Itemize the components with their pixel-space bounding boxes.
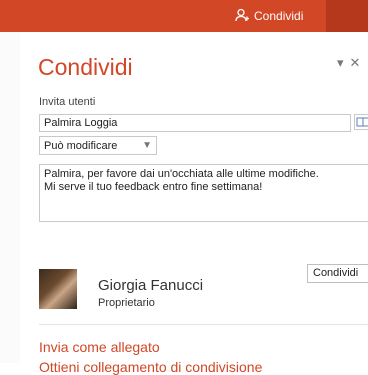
permission-value: Può modificare [44, 139, 118, 152]
avatar [39, 269, 77, 309]
share-button[interactable]: Condividi [235, 0, 303, 32]
send-as-attachment-link[interactable]: Invia come allegato [39, 339, 160, 355]
invite-input[interactable]: Palmira Loggia [39, 114, 351, 132]
permission-dropdown[interactable]: Può modificare ▼ [39, 136, 157, 155]
pane-title: Condividi [38, 54, 133, 80]
share-send-button[interactable]: Condividi [307, 264, 368, 283]
owner-name: Giorgia Fanucci [98, 277, 204, 294]
left-strip [0, 0, 21, 363]
topbar-right-area [326, 0, 368, 32]
share-button-label: Condividi [254, 9, 304, 23]
close-icon[interactable]: ✕ [350, 55, 361, 71]
title-bar: Condividi [0, 0, 368, 32]
divider [39, 324, 368, 325]
person-icon [235, 8, 249, 25]
address-book-icon[interactable] [354, 114, 368, 130]
pane-options-icon[interactable]: ▾ [337, 55, 344, 71]
get-share-link[interactable]: Ottieni collegamento di condivisione [39, 359, 262, 375]
pane-actions: ▾ ✕ [337, 55, 360, 71]
invite-label: Invita utenti [39, 96, 96, 108]
chevron-down-icon: ▼ [142, 140, 152, 151]
message-input[interactable]: Palmira, per favore dai un'occhiata alle… [39, 164, 368, 222]
share-pane: Condividi ▾ ✕ Invita utenti Palmira Logg… [20, 32, 368, 375]
owner-role: Proprietario [98, 297, 155, 309]
